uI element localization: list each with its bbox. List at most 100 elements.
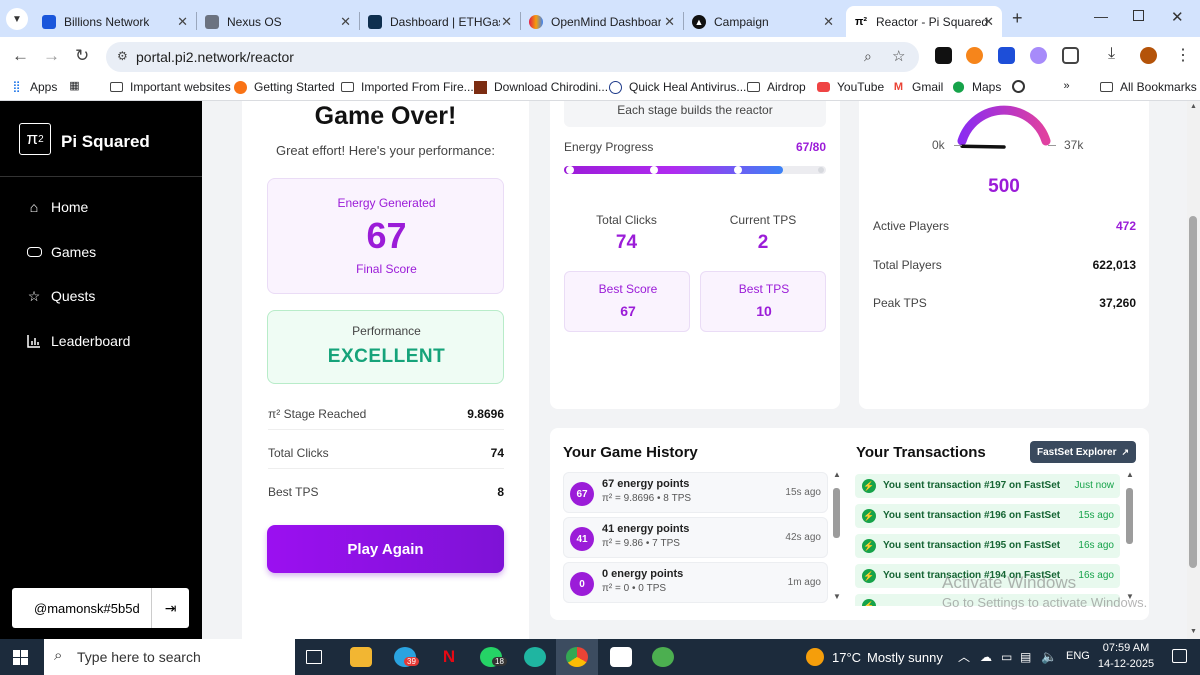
- tab-ethgas[interactable]: Dashboard | ETHGas ✕: [360, 6, 520, 37]
- taskbar-time[interactable]: 07:59 AM: [1100, 642, 1152, 654]
- transaction-item[interactable]: ⚡ You sent transaction #197 on FastSet J…: [855, 474, 1120, 498]
- scroll-down-arrow-icon[interactable]: ▼: [1190, 628, 1197, 635]
- new-tab-button[interactable]: +: [1012, 8, 1023, 29]
- image-bookmark-icon: [474, 80, 487, 94]
- firefox-icon: [234, 80, 247, 94]
- profile-avatar[interactable]: [1140, 47, 1157, 64]
- netflix-icon[interactable]: N: [438, 647, 460, 667]
- extension-purple-icon[interactable]: [1030, 47, 1047, 64]
- transaction-item[interactable]: ⚡ You sent transaction #196 on FastSet 1…: [855, 504, 1120, 528]
- bookmark-apps[interactable]: ⣿ Apps: [10, 80, 57, 94]
- weather-temp[interactable]: 17°C: [832, 650, 861, 665]
- download-icon[interactable]: ⤓: [1108, 45, 1115, 63]
- tab-groups-button[interactable]: ▦: [68, 80, 88, 93]
- scroll-up-arrow-icon[interactable]: ▲: [1190, 103, 1197, 110]
- page-scroll-thumb[interactable]: [1189, 216, 1197, 568]
- tab-openmind[interactable]: OpenMind Dashboar ✕: [521, 6, 683, 37]
- progress-marker-2: [650, 166, 658, 174]
- site-settings-icon[interactable]: ⚙: [117, 49, 128, 63]
- best-score-label: Best Score: [598, 282, 658, 296]
- tab-reactor-pi-squared[interactable]: π² Reactor - Pi Squared ✕: [846, 6, 1002, 37]
- more-bookmarks-button[interactable]: »: [1060, 80, 1080, 93]
- page-scrollbar[interactable]: ▲ ▼: [1187, 101, 1200, 639]
- pen-app-icon[interactable]: [610, 647, 632, 667]
- gauge-value: 500: [988, 176, 1020, 197]
- bookmark-globe[interactable]: [1012, 80, 1032, 93]
- current-tps-label: Current TPS: [729, 213, 797, 227]
- file-explorer-icon[interactable]: [350, 647, 372, 667]
- taskbar-date[interactable]: 14-12-2025: [1096, 658, 1156, 670]
- metamask-icon[interactable]: [966, 47, 983, 64]
- telegram-icon[interactable]: 39: [394, 647, 419, 667]
- sidebar-item-leaderboard[interactable]: Leaderboard: [25, 333, 130, 349]
- whatsapp-icon[interactable]: 18: [480, 647, 507, 667]
- edge-icon[interactable]: [524, 647, 546, 667]
- close-tab-icon[interactable]: ✕: [501, 14, 512, 30]
- chrome-icon[interactable]: [566, 647, 588, 667]
- energy-generated-box: Energy Generated 67 Final Score: [267, 178, 504, 294]
- tray-device-icon[interactable]: ▭: [1001, 650, 1012, 664]
- bookmark-getting-started[interactable]: Getting Started: [234, 80, 335, 94]
- tab-search-button[interactable]: ▼: [6, 8, 28, 30]
- close-tab-icon[interactable]: ✕: [823, 14, 834, 30]
- close-tab-icon[interactable]: ✕: [340, 14, 351, 30]
- notification-icon[interactable]: [1172, 649, 1187, 663]
- weather-text[interactable]: Mostly sunny: [867, 650, 943, 665]
- address-bar[interactable]: ⚙ portal.pi2.network/reactor ⌕ ☆: [106, 42, 919, 72]
- bookmark-airdrop[interactable]: Airdrop: [747, 80, 806, 94]
- close-tab-icon[interactable]: ✕: [177, 14, 188, 30]
- tab-campaign[interactable]: ▲ Campaign ✕: [684, 6, 842, 37]
- sidebar-item-home[interactable]: ⌂ Home: [25, 199, 89, 215]
- forward-arrow-icon[interactable]: →: [43, 46, 60, 66]
- tray-chevron-up-icon[interactable]: ︿: [958, 648, 970, 665]
- start-button[interactable]: [13, 650, 28, 665]
- sidebar-item-games[interactable]: Games: [25, 244, 96, 260]
- bookmark-important-websites[interactable]: Important websites: [110, 80, 231, 94]
- restore-window-button[interactable]: [1133, 10, 1144, 21]
- language-indicator[interactable]: ENG: [1066, 650, 1090, 662]
- fastset-explorer-button[interactable]: FastSet Explorer ↗: [1030, 441, 1136, 463]
- bookmark-star-icon[interactable]: ☆: [892, 47, 905, 65]
- bookmark-quick-heal[interactable]: Quick Heal Antivirus...: [609, 80, 746, 94]
- play-again-button[interactable]: Play Again: [267, 525, 504, 573]
- all-bookmarks-button[interactable]: All Bookmarks: [1100, 80, 1197, 94]
- tab-billions-network[interactable]: Billions Network ✕: [34, 6, 196, 37]
- minimize-window-button[interactable]: —: [1094, 8, 1108, 24]
- transaction-item[interactable]: ⚡ You sent transaction #195 on FastSet 1…: [855, 534, 1120, 558]
- bookmark-imported-from-firefox[interactable]: Imported From Fire...: [341, 80, 474, 94]
- sidebar-item-quests[interactable]: ☆ Quests: [25, 288, 96, 305]
- bookmark-youtube[interactable]: YouTube: [817, 80, 884, 94]
- logout-icon[interactable]: ⇥: [152, 600, 189, 617]
- bookmark-download-chirodini[interactable]: Download Chirodini...: [474, 80, 608, 94]
- browser-menu-icon[interactable]: ⋮: [1175, 45, 1191, 65]
- home-icon: ⌂: [29, 199, 39, 215]
- extension-blue-icon[interactable]: [998, 47, 1015, 64]
- tray-folder-icon[interactable]: ▤: [1020, 650, 1031, 664]
- task-view-icon[interactable]: [306, 650, 322, 664]
- extension-p-icon[interactable]: [935, 47, 952, 64]
- close-tab-icon[interactable]: ✕: [664, 14, 675, 30]
- volume-icon[interactable]: 🔈: [1041, 649, 1057, 665]
- utorrent-icon[interactable]: [652, 647, 674, 667]
- extensions-puzzle-icon[interactable]: [1062, 47, 1079, 64]
- tab-nexus-os[interactable]: Nexus OS ✕: [197, 6, 359, 37]
- back-arrow-icon[interactable]: ←: [12, 46, 29, 66]
- tray-cloud-icon[interactable]: ☁: [980, 650, 992, 664]
- tab-title: Reactor - Pi Squared: [876, 14, 989, 29]
- game-over-card: Game Over! Great effort! Here's your per…: [242, 101, 529, 639]
- billions-favicon-icon: [42, 14, 56, 29]
- search-icon[interactable]: ⌕: [864, 48, 872, 65]
- reload-icon[interactable]: ↻: [75, 46, 89, 66]
- scroll-up-arrow-icon[interactable]: ▲: [1126, 470, 1134, 479]
- close-window-button[interactable]: ✕: [1171, 8, 1184, 26]
- username[interactable]: @mamonsk#5b5d: [12, 601, 151, 616]
- folder-icon: [341, 82, 354, 92]
- energy-generated-label: Energy Generated: [337, 196, 436, 210]
- bookmark-gmail[interactable]: M Gmail: [892, 80, 943, 94]
- close-tab-icon[interactable]: ✕: [983, 14, 994, 30]
- pi-squared-logo[interactable]: π2: [19, 123, 51, 155]
- weather-icon[interactable]: [806, 648, 824, 666]
- taskbar-search[interactable]: ⌕ Type here to search: [44, 639, 295, 675]
- bookmark-maps[interactable]: ⬤ Maps: [952, 80, 1001, 94]
- tab-title: OpenMind Dashboar: [551, 14, 661, 29]
